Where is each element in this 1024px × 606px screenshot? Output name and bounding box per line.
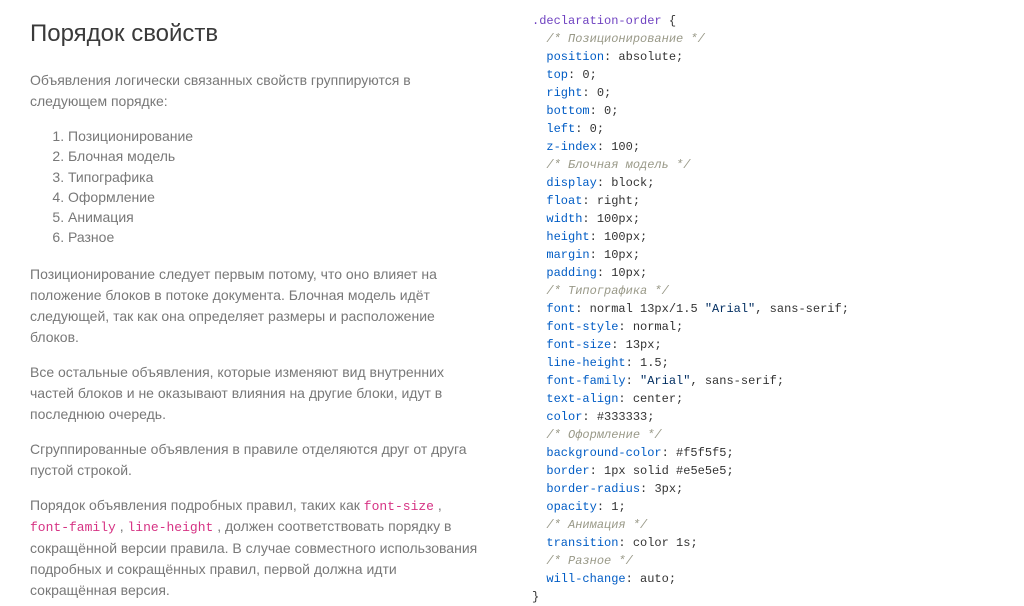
code-line: /* Оформление */ bbox=[532, 426, 1004, 444]
list-item: Позиционирование bbox=[68, 126, 482, 146]
list-item: Блочная модель bbox=[68, 146, 482, 166]
code-line: /* Анимация */ bbox=[532, 516, 1004, 534]
code-line: float: right; bbox=[532, 192, 1004, 210]
code-line: height: 100px; bbox=[532, 228, 1004, 246]
code-line: display: block; bbox=[532, 174, 1004, 192]
text-fragment: , bbox=[434, 497, 442, 513]
code-line: font: normal 13px/1.5 "Arial", sans-seri… bbox=[532, 300, 1004, 318]
code-column: .declaration-order { /* Позиционирование… bbox=[512, 0, 1024, 567]
list-item: Анимация bbox=[68, 207, 482, 227]
code-line: font-style: normal; bbox=[532, 318, 1004, 336]
code-line: bottom: 0; bbox=[532, 102, 1004, 120]
inline-code-font-size: font-size bbox=[364, 499, 434, 514]
code-line: will-change: auto; bbox=[532, 570, 1004, 588]
code-line: position: absolute; bbox=[532, 48, 1004, 66]
code-line: /* Блочная модель */ bbox=[532, 156, 1004, 174]
code-line: margin: 10px; bbox=[532, 246, 1004, 264]
code-line: color: #333333; bbox=[532, 408, 1004, 426]
code-line: /* Позиционирование */ bbox=[532, 30, 1004, 48]
code-line: width: 100px; bbox=[532, 210, 1004, 228]
code-line: font-family: "Arial", sans-serif; bbox=[532, 372, 1004, 390]
list-item: Оформление bbox=[68, 187, 482, 207]
code-line: right: 0; bbox=[532, 84, 1004, 102]
code-line: z-index: 100; bbox=[532, 138, 1004, 156]
inline-code-font-family: font-family bbox=[30, 520, 116, 535]
paragraph-grouped: Сгруппированные объявления в правиле отд… bbox=[30, 439, 482, 481]
code-line: .declaration-order { bbox=[532, 12, 1004, 30]
text-fragment: , bbox=[116, 518, 128, 534]
paragraph-positioning: Позиционирование следует первым потому, … bbox=[30, 264, 482, 348]
paragraph-shorthand: Порядок объявления подробных правил, так… bbox=[30, 495, 482, 601]
code-line: padding: 10px; bbox=[532, 264, 1004, 282]
code-line: border-radius: 3px; bbox=[532, 480, 1004, 498]
code-line: background-color: #f5f5f5; bbox=[532, 444, 1004, 462]
property-order-list: Позиционирование Блочная модель Типограф… bbox=[30, 126, 482, 248]
intro-paragraph: Объявления логически связанных свойств г… bbox=[30, 70, 482, 112]
page-title: Порядок свойств bbox=[30, 16, 482, 52]
list-item: Типографика bbox=[68, 167, 482, 187]
code-line: border: 1px solid #e5e5e5; bbox=[532, 462, 1004, 480]
code-line: opacity: 1; bbox=[532, 498, 1004, 516]
code-line: transition: color 1s; bbox=[532, 534, 1004, 552]
code-block: .declaration-order { /* Позиционирование… bbox=[532, 12, 1004, 606]
code-line: } bbox=[532, 588, 1004, 606]
code-line: /* Разное */ bbox=[532, 552, 1004, 570]
code-line: line-height: 1.5; bbox=[532, 354, 1004, 372]
text-fragment: Порядок объявления подробных правил, так… bbox=[30, 497, 364, 513]
code-line: /* Типографика */ bbox=[532, 282, 1004, 300]
inline-code-line-height: line-height bbox=[128, 520, 214, 535]
article-column: Порядок свойств Объявления логически свя… bbox=[0, 0, 512, 567]
code-line: top: 0; bbox=[532, 66, 1004, 84]
paragraph-other: Все остальные объявления, которые изменя… bbox=[30, 362, 482, 425]
code-line: font-size: 13px; bbox=[532, 336, 1004, 354]
code-line: left: 0; bbox=[532, 120, 1004, 138]
list-item: Разное bbox=[68, 227, 482, 247]
code-line: text-align: center; bbox=[532, 390, 1004, 408]
